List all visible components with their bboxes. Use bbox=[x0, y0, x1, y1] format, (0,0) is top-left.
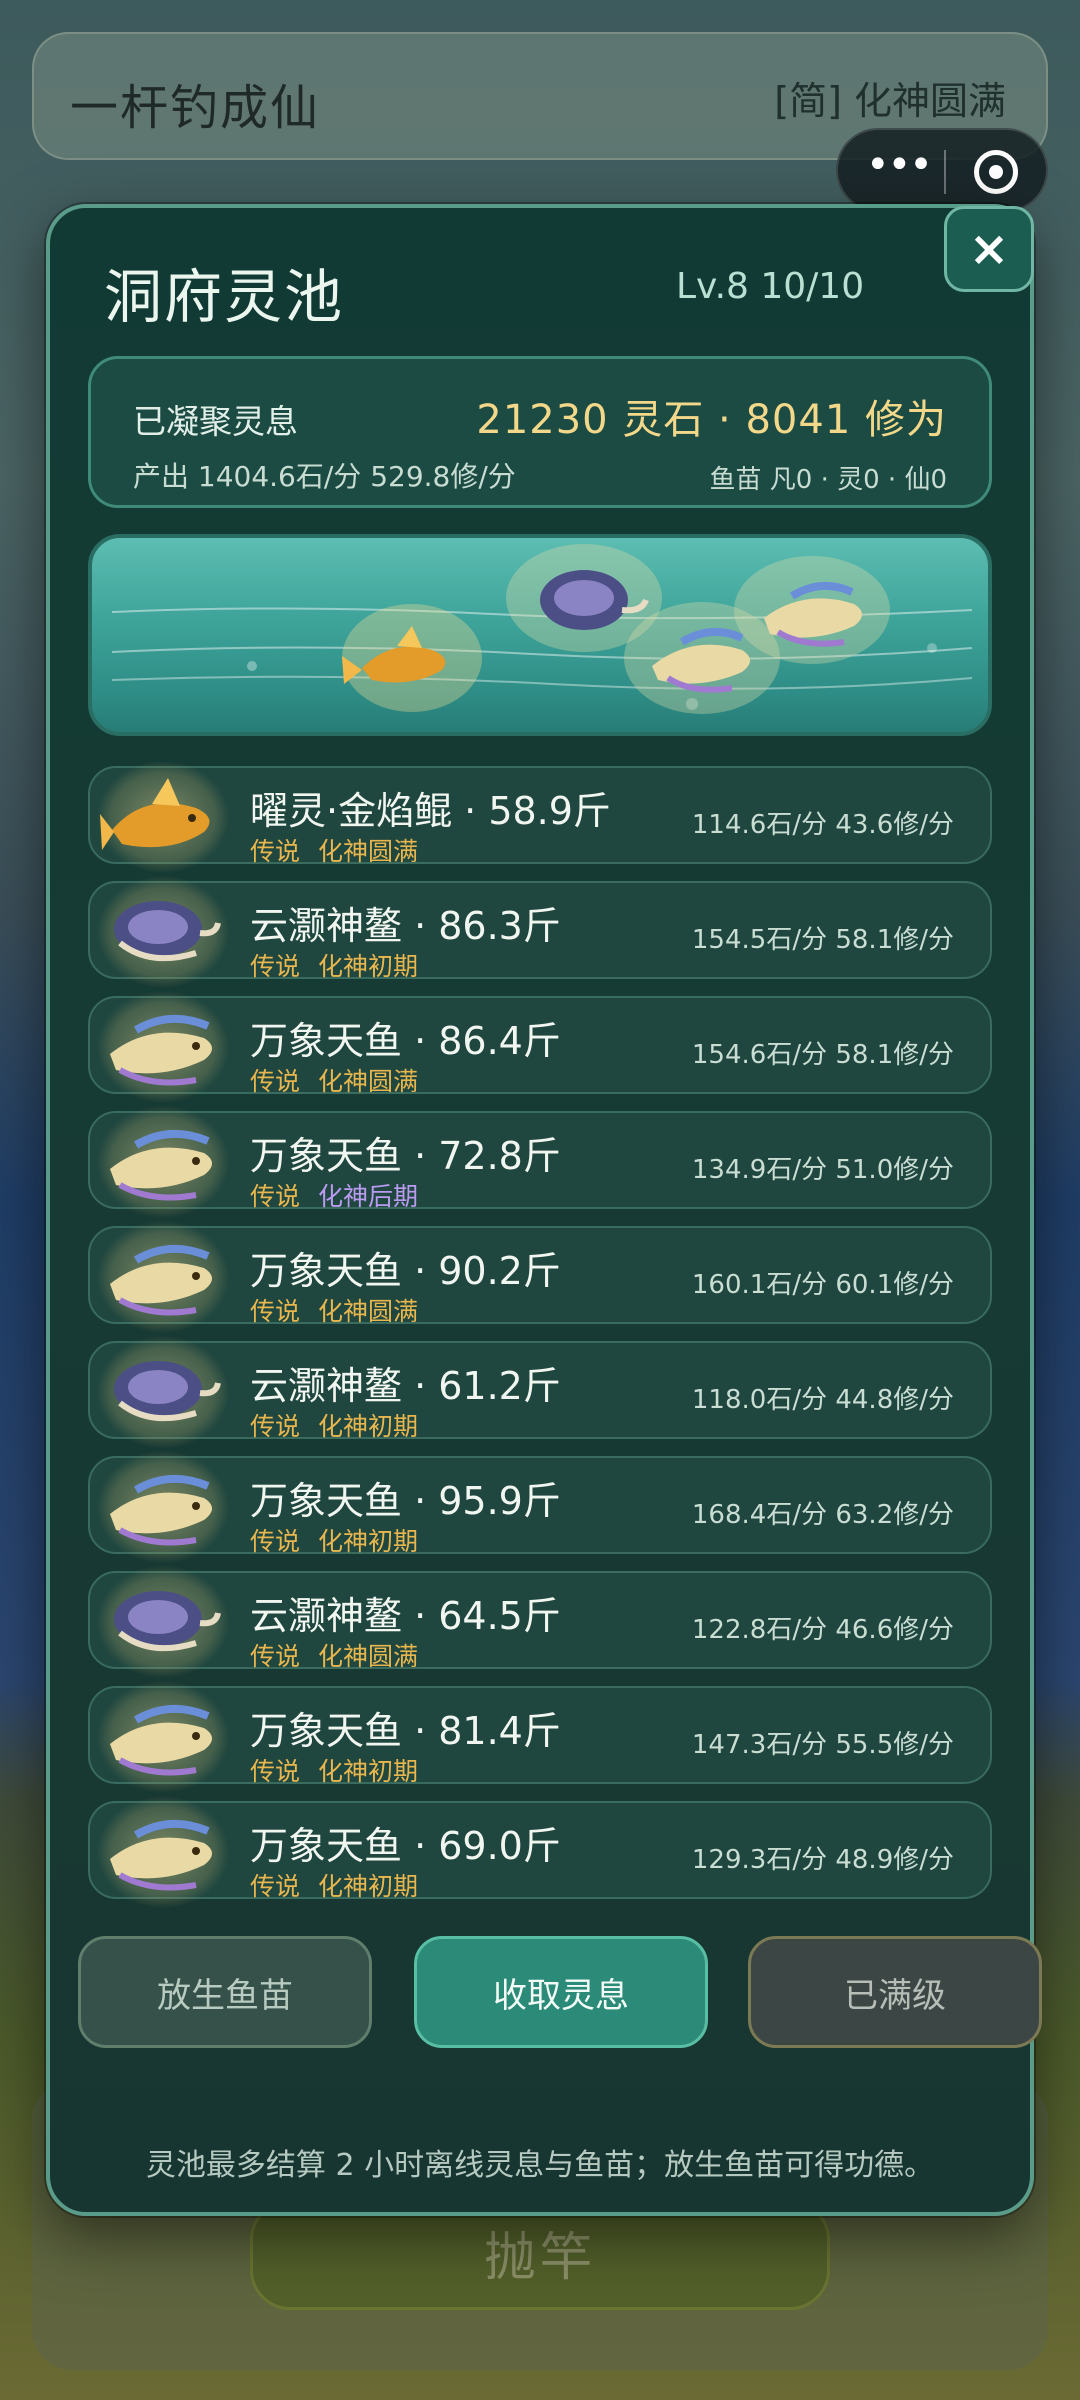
fish-tier: 传说 bbox=[250, 1412, 301, 1441]
fish-portrait bbox=[96, 1450, 230, 1564]
target-icon[interactable] bbox=[974, 150, 1018, 194]
fish-yield: 154.6石/分 58.1修/分 bbox=[691, 1040, 954, 1070]
fish-tier: 传说 bbox=[250, 952, 301, 981]
fish-portrait bbox=[96, 1335, 230, 1449]
turtle-icon bbox=[114, 1361, 221, 1422]
cast-rod-button: 抛竿 bbox=[250, 2200, 830, 2310]
close-button[interactable]: × bbox=[944, 206, 1034, 292]
fish-row[interactable]: 万象天鱼 · 69.0斤 传说 化神初期 129.3石/分 48.9修/分 bbox=[88, 1795, 992, 1909]
fish-realm: 化神初期 bbox=[318, 952, 419, 981]
fish-row[interactable]: 万象天鱼 · 72.8斤 传说 化神后期 134.9石/分 51.0修/分 bbox=[88, 1105, 992, 1219]
fish-row[interactable]: 云灏神鳌 · 86.3斤 传说 化神初期 154.5石/分 58.1修/分 bbox=[88, 875, 992, 989]
fish-yield: 154.5石/分 58.1修/分 bbox=[691, 925, 954, 955]
fry-counts: 鱼苗 凡0 · 灵0 · 仙0 bbox=[709, 465, 947, 495]
fish-name: 万象天鱼 · 72.8斤 bbox=[250, 1134, 561, 1178]
close-icon: × bbox=[968, 221, 1010, 277]
max-level-button[interactable]: 已满级 bbox=[748, 1936, 1042, 2048]
fish-realm: 化神圆满 bbox=[318, 837, 419, 866]
accumulated-label: 已凝聚灵息 bbox=[133, 402, 298, 441]
fish-realm: 化神圆满 bbox=[318, 1297, 419, 1326]
fish-portrait bbox=[96, 1795, 230, 1909]
fish-tier: 传说 bbox=[250, 1872, 301, 1901]
gold-fish-icon bbox=[342, 604, 482, 712]
modal-title: 洞府灵池 bbox=[104, 263, 345, 331]
gold-fish-icon bbox=[100, 778, 210, 850]
pond-footnote: 灵池最多结算 2 小时离线灵息与鱼苗；放生鱼苗可得功德。 bbox=[145, 2148, 935, 2183]
more-dots-icon[interactable]: ••• bbox=[866, 142, 933, 188]
fish-portrait bbox=[96, 760, 230, 874]
pond-view bbox=[88, 534, 992, 736]
fish-portrait bbox=[96, 1105, 230, 1219]
game-title: 一杆钓成仙 bbox=[70, 80, 321, 136]
fish-name: 万象天鱼 · 69.0斤 bbox=[250, 1824, 561, 1868]
rainbow-fish-icon bbox=[110, 1014, 212, 1086]
fish-name: 万象天鱼 · 81.4斤 bbox=[250, 1709, 561, 1753]
fish-yield: 118.0石/分 44.8修/分 bbox=[691, 1385, 954, 1415]
fish-portrait bbox=[96, 1680, 230, 1794]
fish-realm: 化神初期 bbox=[318, 1757, 419, 1786]
fish-row[interactable]: 曜灵·金焰鲲 · 58.9斤 传说 化神圆满 114.6石/分 43.6修/分 bbox=[88, 760, 992, 874]
collect-qi-button[interactable]: 收取灵息 bbox=[414, 1936, 708, 2048]
rainbow-fish-icon bbox=[110, 1704, 212, 1776]
miniapp-capsule: ••• bbox=[836, 128, 1048, 212]
fish-row[interactable]: 万象天鱼 · 86.4斤 传说 化神圆满 154.6石/分 58.1修/分 bbox=[88, 990, 992, 1104]
fish-row[interactable]: 云灏神鳌 · 61.2斤 传说 化神初期 118.0石/分 44.8修/分 bbox=[88, 1335, 992, 1449]
fish-yield: 134.9石/分 51.0修/分 bbox=[691, 1155, 954, 1185]
release-fry-button[interactable]: 放生鱼苗 bbox=[78, 1936, 372, 2048]
fish-name: 云灏神鳌 · 64.5斤 bbox=[250, 1594, 561, 1638]
fish-list: 曜灵·金焰鲲 · 58.9斤 传说 化神圆满 114.6石/分 43.6修/分 … bbox=[88, 760, 992, 1916]
fish-yield: 122.8石/分 46.6修/分 bbox=[691, 1615, 954, 1645]
fish-name: 万象天鱼 · 95.9斤 bbox=[250, 1479, 561, 1523]
accumulated-stats: 已凝聚灵息 21230 灵石 · 8041 修为 产出 1404.6石/分 52… bbox=[88, 356, 992, 508]
fish-portrait bbox=[96, 1565, 230, 1679]
rainbow-fish-icon bbox=[110, 1819, 212, 1891]
fish-name: 万象天鱼 · 86.4斤 bbox=[250, 1019, 561, 1063]
fish-realm: 化神后期 bbox=[318, 1182, 419, 1211]
fish-tier: 传说 bbox=[250, 837, 301, 866]
fish-row[interactable]: 万象天鱼 · 90.2斤 传说 化神圆满 160.1石/分 60.1修/分 bbox=[88, 1220, 992, 1334]
fish-name: 云灏神鳌 · 61.2斤 bbox=[250, 1364, 561, 1408]
fish-realm: 化神初期 bbox=[318, 1872, 419, 1901]
fish-row[interactable]: 云灏神鳌 · 64.5斤 传说 化神圆满 122.8石/分 46.6修/分 bbox=[88, 1565, 992, 1679]
fish-realm: 化神初期 bbox=[318, 1412, 419, 1441]
fish-realm: 化神初期 bbox=[318, 1527, 419, 1556]
fish-name: 万象天鱼 · 90.2斤 bbox=[250, 1249, 561, 1293]
fish-row[interactable]: 万象天鱼 · 95.9斤 传说 化神初期 168.4石/分 63.2修/分 bbox=[88, 1450, 992, 1564]
fish-yield: 160.1石/分 60.1修/分 bbox=[691, 1270, 954, 1300]
pond-water bbox=[111, 544, 973, 714]
fish-tier: 传说 bbox=[250, 1182, 301, 1211]
capsule-divider bbox=[944, 150, 946, 194]
player-realm: [简] 化神圆满 bbox=[774, 79, 1006, 123]
fish-row[interactable]: 万象天鱼 · 81.4斤 传说 化神初期 147.3石/分 55.5修/分 bbox=[88, 1680, 992, 1794]
fish-realm: 化神圆满 bbox=[318, 1067, 419, 1096]
fish-tier: 传说 bbox=[250, 1297, 301, 1326]
production-rate: 产出 1404.6石/分 529.8修/分 bbox=[133, 460, 516, 493]
fish-yield: 129.3石/分 48.9修/分 bbox=[691, 1845, 954, 1875]
pond-level: Lv.8 10/10 bbox=[676, 266, 865, 307]
fish-yield: 168.4石/分 63.2修/分 bbox=[691, 1500, 954, 1530]
fish-tier: 传说 bbox=[250, 1067, 301, 1096]
fish-portrait bbox=[96, 1220, 230, 1334]
rainbow-fish-icon bbox=[110, 1244, 212, 1316]
fish-tier: 传说 bbox=[250, 1757, 301, 1786]
rainbow-fish-icon bbox=[734, 556, 890, 664]
fish-tier: 传说 bbox=[250, 1527, 301, 1556]
fish-realm: 化神圆满 bbox=[318, 1642, 419, 1671]
fish-yield: 114.6石/分 43.6修/分 bbox=[691, 810, 954, 840]
fish-portrait bbox=[96, 990, 230, 1104]
rainbow-fish-icon bbox=[110, 1474, 212, 1546]
accumulated-totals: 21230 灵石 · 8041 修为 bbox=[476, 397, 947, 443]
fish-portrait bbox=[96, 875, 230, 989]
turtle-icon bbox=[114, 901, 221, 962]
fish-yield: 147.3石/分 55.5修/分 bbox=[691, 1730, 954, 1760]
fish-name: 云灏神鳌 · 86.3斤 bbox=[250, 904, 561, 948]
rainbow-fish-icon bbox=[110, 1129, 212, 1201]
fish-tier: 传说 bbox=[250, 1642, 301, 1671]
fish-name: 曜灵·金焰鲲 · 58.9斤 bbox=[250, 789, 611, 833]
cast-rod-label: 抛竿 bbox=[483, 2228, 596, 2288]
turtle-icon bbox=[114, 1591, 221, 1652]
